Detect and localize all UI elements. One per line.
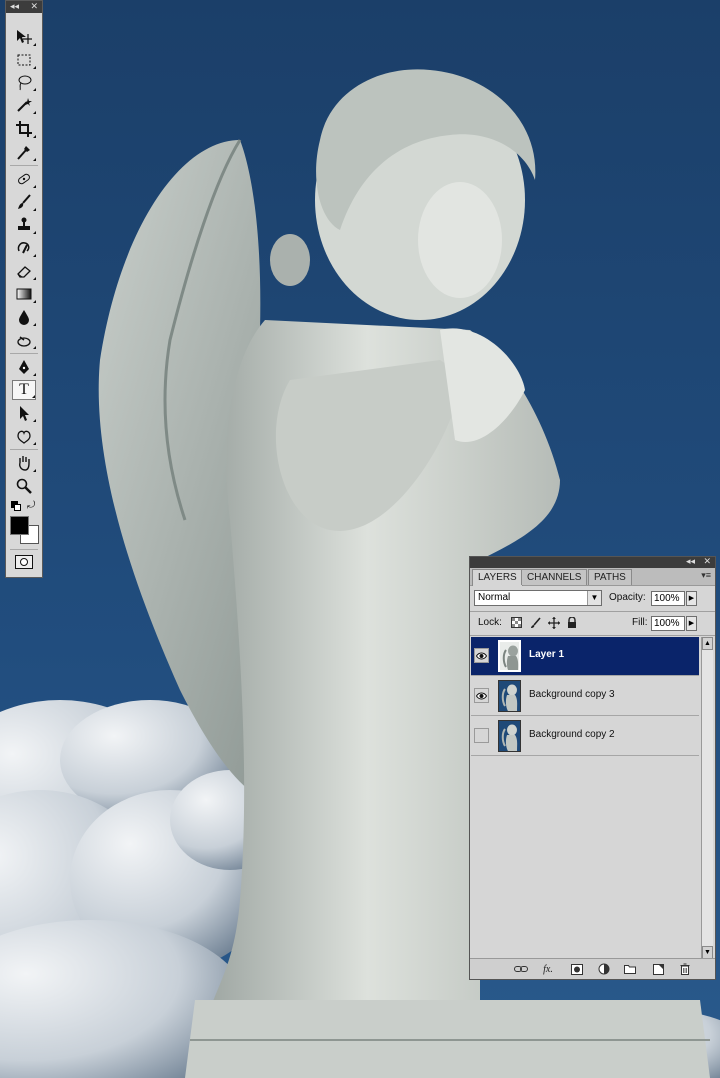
magic-wand-tool[interactable] [12, 95, 36, 115]
chevron-down-icon: ▼ [587, 591, 601, 605]
dodge-tool[interactable] [12, 330, 36, 350]
pen-icon [19, 360, 29, 374]
adjustment-layer-icon[interactable] [597, 962, 611, 976]
move-tool[interactable] [12, 27, 36, 47]
layer-name[interactable]: Background copy 2 [529, 729, 615, 740]
eye-icon [476, 692, 487, 699]
lock-row: Lock: Fill: 100% ▶ [474, 615, 711, 633]
link-layers-icon[interactable] [514, 962, 528, 976]
opacity-slider-button[interactable]: ▶ [686, 591, 697, 606]
brush-icon [18, 194, 31, 209]
blend-row: Normal ▼ Opacity: 100% ▶ [474, 590, 711, 608]
magic-wand-icon [17, 98, 32, 112]
move-icon [17, 30, 32, 44]
layer-row-layer-1[interactable]: Layer 1 [471, 637, 699, 676]
default-colors-icon[interactable] [11, 501, 21, 511]
gradient-icon [16, 288, 32, 300]
path-selection-icon [20, 406, 29, 421]
eyedropper-tool[interactable] [12, 142, 36, 162]
type-icon: T [19, 381, 29, 398]
tab-paths[interactable]: PATHS [588, 569, 632, 585]
visibility-toggle[interactable] [474, 688, 489, 703]
hand-tool[interactable] [12, 453, 36, 473]
clone-stamp-tool[interactable] [12, 215, 36, 235]
eraser-icon [17, 266, 31, 278]
quick-mask-icon [20, 558, 28, 566]
blur-icon [19, 310, 29, 325]
quick-mask-button[interactable] [15, 555, 33, 569]
blend-mode-value: Normal [478, 592, 511, 603]
dodge-icon [17, 336, 31, 347]
eye-icon [476, 652, 487, 659]
lasso-icon [18, 75, 32, 91]
layer-row-background-copy-2[interactable]: Background copy 2 [471, 717, 699, 756]
blur-tool[interactable] [12, 307, 36, 327]
marquee-tool[interactable] [12, 50, 36, 70]
path-selection-tool[interactable] [12, 403, 36, 423]
tab-channels[interactable]: CHANNELS [521, 569, 588, 585]
lock-label: Lock: [478, 617, 502, 628]
tools-collapse-button[interactable]: ◂◂ [10, 0, 19, 12]
layers-list: Layer 1 Background copy 3 Background cop… [471, 637, 701, 959]
stamp-icon [18, 217, 30, 230]
blend-mode-select[interactable]: Normal ▼ [474, 590, 602, 606]
visibility-toggle[interactable] [474, 648, 489, 663]
fill-label: Fill: [632, 617, 648, 628]
gradient-tool[interactable] [12, 284, 36, 304]
lasso-tool[interactable] [12, 72, 36, 92]
layer-name[interactable]: Background copy 3 [529, 689, 615, 700]
layers-panel-header[interactable]: ◂◂ ✕ [470, 556, 715, 568]
fx-icon[interactable]: fx. [541, 962, 555, 976]
layer-thumbnail [498, 720, 521, 752]
layers-scrollbar[interactable]: ▲ ▼ [701, 637, 713, 959]
lock-pixels-icon[interactable] [529, 616, 542, 629]
eyedropper-icon [17, 146, 30, 160]
opacity-input[interactable]: 100% [651, 591, 685, 606]
layers-panel: ◂◂ ✕ LAYERS CHANNELS PATHS ▾≡ Normal ▼ O… [469, 556, 716, 980]
scroll-up-button[interactable]: ▲ [702, 637, 713, 650]
healing-brush-tool[interactable] [12, 169, 36, 189]
panel-close-button[interactable]: ✕ [703, 556, 711, 567]
lock-transparency-icon[interactable] [510, 616, 523, 629]
panel-menu-button[interactable]: ▾≡ [701, 570, 711, 581]
opacity-label: Opacity: [609, 592, 646, 603]
zoom-tool[interactable] [12, 476, 36, 496]
history-brush-tool[interactable] [12, 238, 36, 258]
crop-icon [16, 121, 32, 137]
foreground-color-swatch[interactable] [10, 516, 29, 535]
custom-shape-tool[interactable] [12, 426, 36, 446]
trash-icon[interactable] [678, 962, 692, 976]
type-tool[interactable]: T [12, 380, 36, 400]
tools-panel-header[interactable]: ◂◂ ✕ [6, 1, 42, 13]
new-group-icon[interactable] [623, 962, 637, 976]
panel-collapse-button[interactable]: ◂◂ [686, 556, 695, 567]
lock-position-icon[interactable] [547, 616, 560, 629]
crop-tool[interactable] [12, 119, 36, 139]
shape-icon [17, 430, 31, 444]
marquee-icon [17, 54, 31, 66]
fill-input[interactable]: 100% [651, 616, 685, 631]
layer-thumbnail [498, 680, 521, 712]
hand-icon [19, 456, 30, 471]
tab-layers[interactable]: LAYERS [472, 569, 523, 586]
swap-colors-icon[interactable]: ⤾ [27, 500, 35, 511]
pen-tool[interactable] [12, 357, 36, 377]
layer-row-background-copy-3[interactable]: Background copy 3 [471, 677, 699, 716]
add-mask-icon[interactable] [570, 962, 584, 976]
new-layer-icon[interactable] [651, 962, 665, 976]
tools-panel: ◂◂ ✕ T ⤾ [5, 0, 43, 578]
history-brush-icon [17, 242, 30, 254]
brush-tool[interactable] [12, 192, 36, 212]
zoom-icon [16, 478, 32, 494]
layers-bottom-bar: fx. [470, 958, 715, 979]
fill-slider-button[interactable]: ▶ [686, 616, 697, 631]
layer-thumbnail [498, 640, 521, 672]
healing-icon [18, 173, 30, 185]
lock-all-icon[interactable] [565, 616, 578, 629]
visibility-toggle[interactable] [474, 728, 489, 743]
layer-name[interactable]: Layer 1 [529, 649, 564, 660]
eraser-tool[interactable] [12, 261, 36, 281]
panel-tabs: LAYERS CHANNELS PATHS ▾≡ [470, 568, 715, 586]
tools-close-button[interactable]: ✕ [30, 0, 38, 12]
